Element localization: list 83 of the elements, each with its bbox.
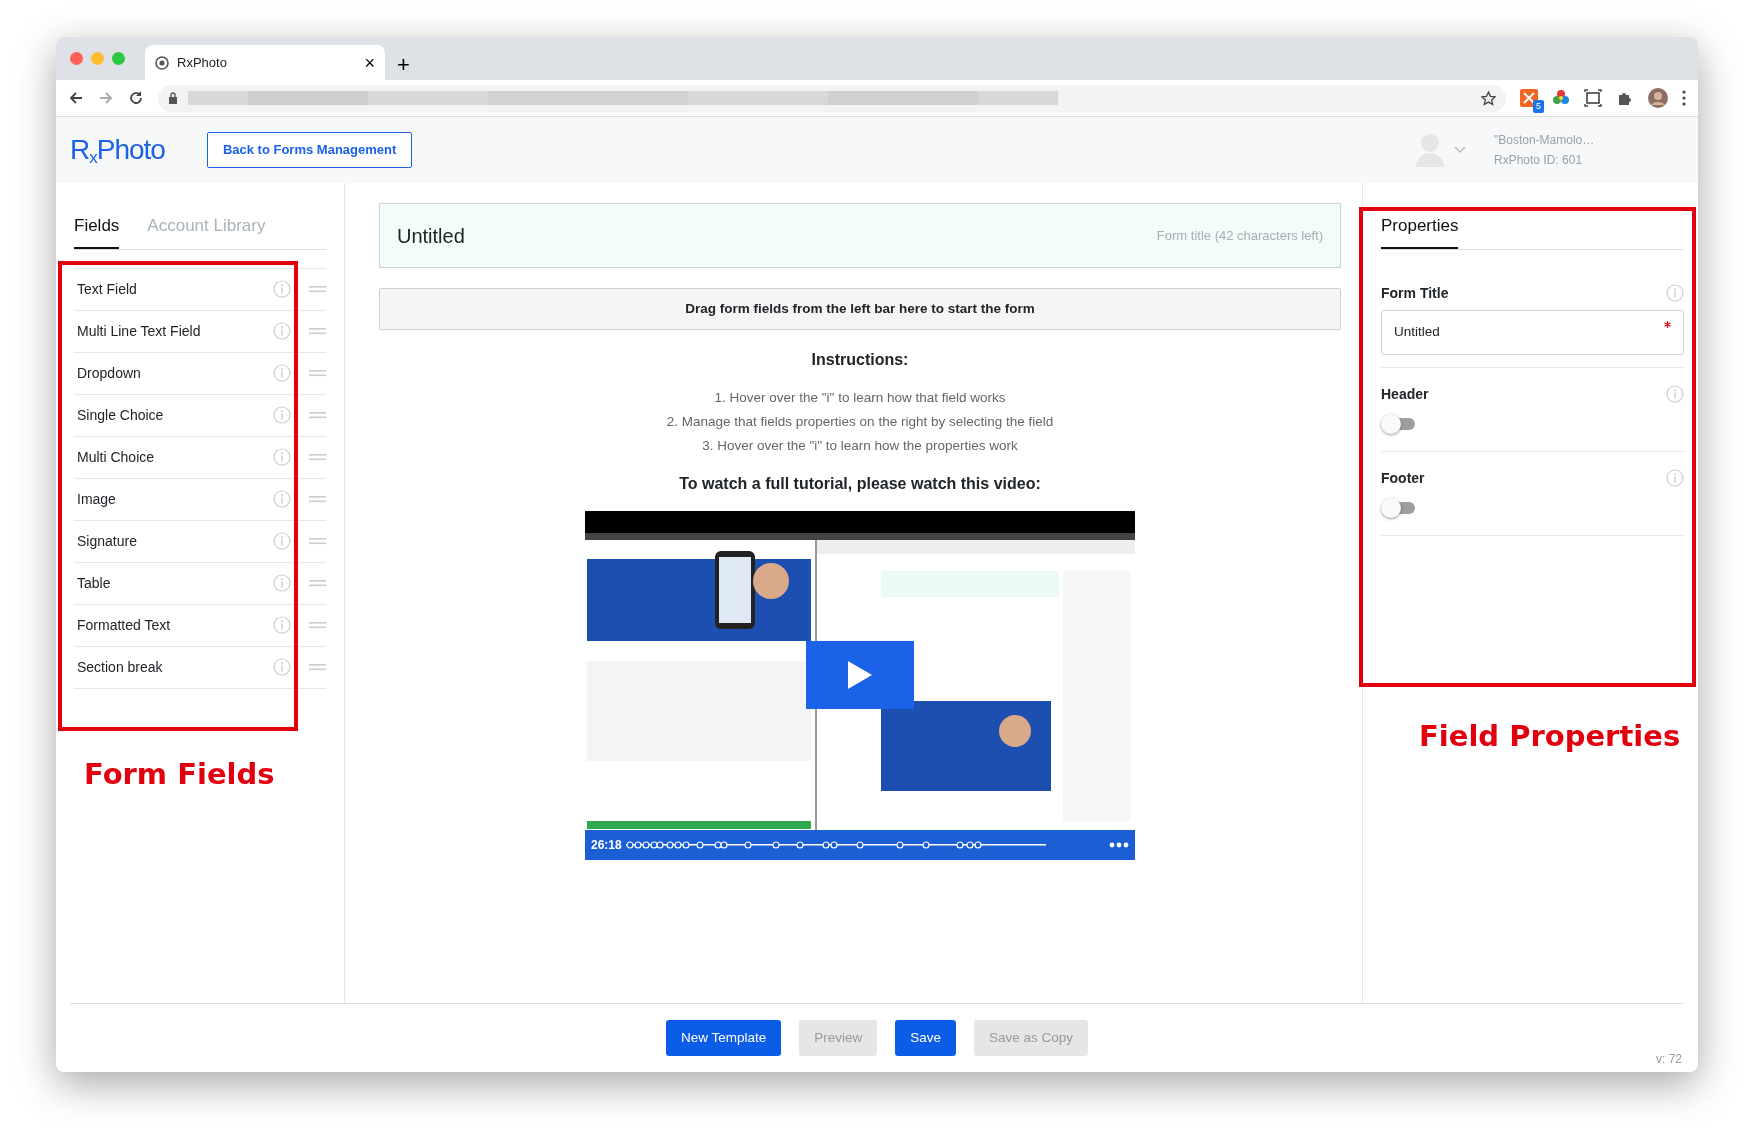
text-input[interactable]: Untitled	[1381, 309, 1684, 355]
info-icon[interactable]	[273, 364, 291, 382]
panel-tab[interactable]: Fields	[74, 213, 120, 249]
forward-icon[interactable]	[98, 90, 114, 106]
drag-handle-icon[interactable]	[309, 411, 326, 419]
instruction-text: 1. Hover over the "i" to learn how that field works	[713, 389, 1007, 407]
field-item[interactable]: Formatted Text	[77, 614, 273, 636]
info-icon[interactable]	[273, 448, 291, 466]
info-icon[interactable]	[273, 532, 291, 550]
instructions-heading: Instructions:	[810, 350, 910, 370]
instruction-text: 3. Hover over the "i" to learn how the properties work	[701, 437, 1019, 455]
zoom-window-icon[interactable]	[112, 52, 125, 65]
drop-zone: Drag form fields from the left bar here to start the form	[379, 288, 1341, 330]
field-item[interactable]: Signature	[77, 530, 273, 552]
more-icon[interactable]	[1109, 842, 1129, 848]
field-item[interactable]: Section break	[77, 656, 273, 678]
drag-handle-icon[interactable]	[309, 327, 326, 335]
field-item[interactable]: Image	[77, 488, 273, 510]
footer-button[interactable]: New Template	[665, 1019, 782, 1057]
more-menu-icon[interactable]	[1682, 90, 1686, 106]
account-id: RxPhoto ID: 601	[1494, 152, 1584, 169]
field-item[interactable]: Text Field	[77, 278, 273, 300]
screen-capture-icon[interactable]	[1584, 89, 1602, 107]
lock-icon	[168, 91, 178, 105]
field-item[interactable]: Table	[77, 572, 273, 594]
field-item[interactable]: Dropdown	[77, 362, 273, 384]
drag-handle-icon[interactable]	[309, 285, 326, 293]
toggle-switch[interactable]	[1381, 496, 1417, 517]
color-wheel-icon[interactable]	[1552, 89, 1570, 107]
drag-handle-icon[interactable]	[309, 579, 326, 587]
video-heading: To watch a full tutorial, please watch this video:	[678, 474, 1042, 494]
avatar-icon[interactable]	[1648, 88, 1668, 108]
drag-handle-icon[interactable]	[309, 663, 326, 671]
minimize-icon[interactable]	[91, 52, 104, 65]
info-icon[interactable]	[273, 406, 291, 424]
chevron-down-icon[interactable]	[1454, 146, 1466, 154]
instruction-text: 2. Manage that fields properties on the right by selecting the field	[665, 413, 1055, 431]
info-icon[interactable]	[273, 616, 291, 634]
field-label: Footer	[1381, 468, 1425, 488]
footer-button: Save as Copy	[974, 1019, 1089, 1057]
info-icon[interactable]	[1666, 284, 1684, 302]
drag-handle-icon[interactable]	[309, 369, 326, 377]
footer-button: Preview	[799, 1019, 878, 1057]
reload-icon[interactable]	[128, 90, 144, 106]
drag-handle-icon[interactable]	[309, 537, 326, 545]
back-icon[interactable]	[68, 90, 84, 106]
aperture-icon	[155, 55, 169, 70]
logo[interactable]: R$_{x}$Photo	[70, 129, 165, 171]
footer-button[interactable]: Save	[895, 1019, 956, 1057]
new-tab-button[interactable]: +	[397, 54, 410, 76]
tab-title: RxPhoto	[177, 53, 227, 72]
play-button[interactable]	[806, 641, 914, 709]
info-icon[interactable]	[273, 658, 291, 676]
annotation-label: Form Fields	[84, 756, 275, 793]
back-button[interactable]: Back to Forms Management	[206, 132, 413, 168]
badge-count: 5	[1533, 99, 1544, 113]
field-label: Header	[1381, 384, 1429, 404]
browser-tab[interactable]: RxPhoto ×	[145, 45, 385, 80]
version-label: v: 72	[1656, 1051, 1682, 1068]
field-item[interactable]: Multi Line Text Field	[77, 320, 273, 342]
drag-handle-icon[interactable]	[309, 621, 326, 629]
form-title-field[interactable]: Untitled Form title (42 characters left)	[379, 203, 1341, 268]
toggle-switch[interactable]	[1381, 412, 1417, 433]
field-item[interactable]: Single Choice	[77, 404, 273, 426]
info-icon[interactable]	[1666, 385, 1684, 403]
info-icon[interactable]	[1666, 469, 1684, 487]
info-icon[interactable]	[273, 280, 291, 298]
close-tab-button[interactable]: ×	[364, 53, 375, 72]
info-icon[interactable]	[273, 574, 291, 592]
play-icon	[848, 661, 872, 689]
panel-tab[interactable]: Properties	[1381, 213, 1459, 249]
extension-icon[interactable]	[1520, 89, 1538, 107]
annotation-label: Field Properties	[1419, 718, 1681, 755]
field-item[interactable]: Multi Choice	[77, 446, 273, 468]
video-time: 26:18	[591, 837, 622, 854]
drag-handle-icon[interactable]	[309, 495, 326, 503]
info-icon[interactable]	[273, 322, 291, 340]
star-icon[interactable]	[1481, 90, 1496, 106]
info-icon[interactable]	[273, 490, 291, 508]
account-name: "Boston-Mamolo…	[1494, 132, 1596, 149]
close-window-icon[interactable]	[70, 52, 83, 65]
field-label: Form Title	[1381, 283, 1449, 303]
drag-handle-icon[interactable]	[309, 453, 326, 461]
